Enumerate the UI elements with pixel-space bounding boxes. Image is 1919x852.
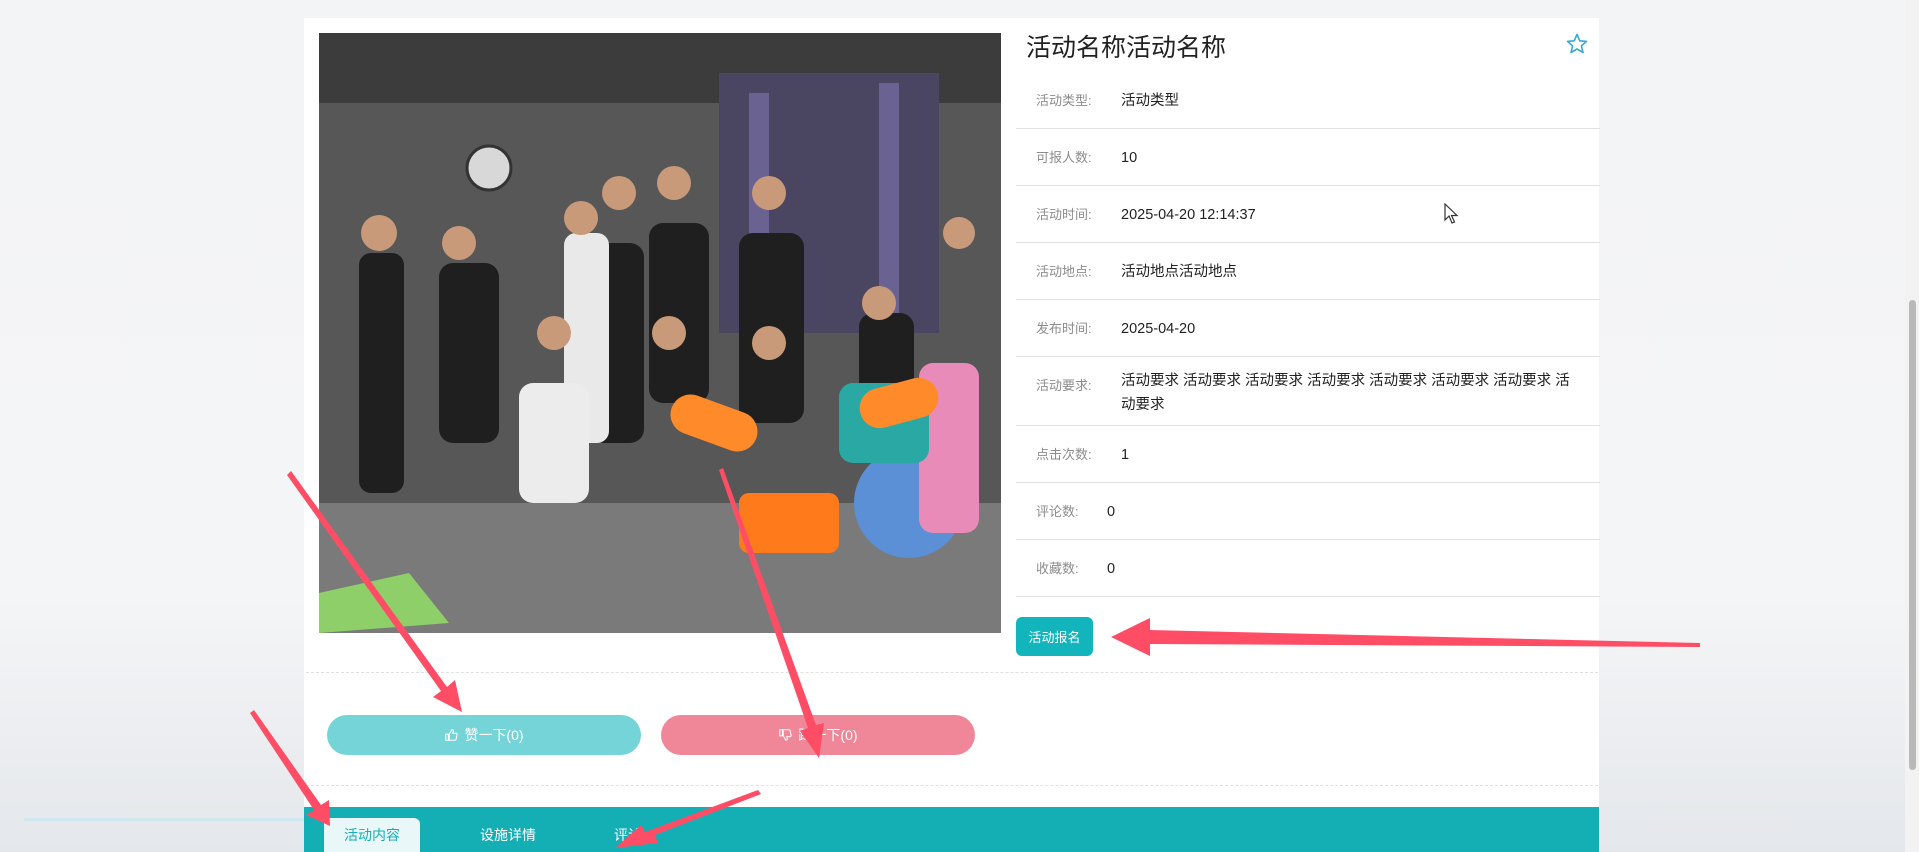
dislike-label: 踩一下(0) <box>798 727 858 743</box>
activity-signup-button[interactable]: 活动报名 <box>1016 617 1093 656</box>
info-value: 活动类型 <box>1121 93 1179 109</box>
info-value: 2025-04-20 12:14:37 <box>1121 207 1256 223</box>
info-row-type: 活动类型: 活动类型 <box>1016 72 1600 129</box>
like-label: 赞一下(0) <box>464 727 524 743</box>
decorative-line <box>24 818 306 821</box>
thumb-down-icon <box>779 729 793 741</box>
info-row-favorites: 收藏数: 0 <box>1016 540 1600 597</box>
info-row-capacity: 可报人数: 10 <box>1016 129 1600 186</box>
info-value: 活动要求 活动要求 活动要求 活动要求 活动要求 活动要求 活动要求 活动要求 <box>1121 373 1570 413</box>
mouse-cursor-icon <box>1444 203 1459 224</box>
activity-photo <box>319 33 1001 633</box>
info-row-comments: 评论数: 0 <box>1016 483 1600 540</box>
info-label: 收藏数: <box>1036 561 1079 576</box>
info-row-location: 活动地点: 活动地点活动地点 <box>1016 243 1600 300</box>
info-value: 0 <box>1107 561 1116 577</box>
info-value: 活动地点活动地点 <box>1121 264 1237 280</box>
tab-facility-details[interactable]: 设施详情 <box>460 818 556 852</box>
info-label: 活动要求: <box>1036 378 1092 393</box>
info-label: 活动时间: <box>1036 207 1092 222</box>
info-row-time: 活动时间: 2025-04-20 12:14:37 <box>1016 186 1600 243</box>
activity-title: 活动名称活动名称 <box>1026 34 1227 62</box>
activity-info-list: 活动类型: 活动类型 可报人数: 10 活动时间: 2025-04-20 12:… <box>1016 72 1600 597</box>
info-row-clicks: 点击次数: 1 <box>1016 426 1600 483</box>
dislike-button[interactable]: 踩一下(0) <box>661 715 975 755</box>
star-outline-icon[interactable] <box>1565 32 1589 56</box>
info-label: 活动类型: <box>1036 93 1092 108</box>
info-value: 10 <box>1121 150 1138 166</box>
thumb-up-icon <box>445 729 459 741</box>
info-value: 2025-04-20 <box>1121 321 1196 337</box>
info-label: 点击次数: <box>1036 447 1092 462</box>
info-label: 发布时间: <box>1036 321 1092 336</box>
info-label: 评论数: <box>1036 504 1079 519</box>
info-row-requirements: 活动要求: 活动要求 活动要求 活动要求 活动要求 活动要求 活动要求 活动要求… <box>1016 357 1600 426</box>
like-button[interactable]: 赞一下(0) <box>327 715 641 755</box>
scrollbar-thumb[interactable] <box>1909 300 1916 770</box>
tab-comments[interactable]: 评论 <box>598 818 658 852</box>
info-label: 活动地点: <box>1036 264 1092 279</box>
info-value: 0 <box>1107 504 1116 520</box>
info-label: 可报人数: <box>1036 150 1092 165</box>
tab-activity-content[interactable]: 活动内容 <box>324 818 420 852</box>
info-value: 1 <box>1121 447 1130 463</box>
info-row-publish-time: 发布时间: 2025-04-20 <box>1016 300 1600 357</box>
gym-group-photo <box>319 33 1001 633</box>
